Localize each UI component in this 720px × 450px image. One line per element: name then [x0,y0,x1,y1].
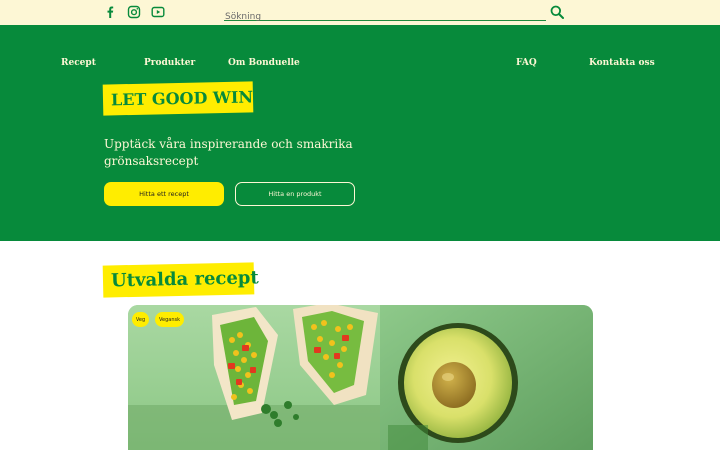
hero-section: Recept Produkter Om Bonduelle FAQ Kontak… [0,25,720,241]
top-bar [0,0,720,25]
find-product-button[interactable]: Hitta en produkt [235,182,355,206]
featured-heading: Utvalda recept [110,267,259,292]
search-field [224,4,546,25]
hero-tagline: LET GOOD WIN [110,87,254,110]
nav-item-recept[interactable]: Recept [61,58,96,68]
instagram-icon[interactable] [127,5,141,19]
hero-subtitle-line-1: Upptäck våra inspirerande och smakrika [104,137,353,151]
hero-subtitle-line-2: grönsaksrecept [104,154,199,168]
recipe-card[interactable]: Veg Vegansk [128,305,593,450]
recipe-card-image [128,305,593,450]
hero-subtitle: Upptäck våra inspirerande och smakrika g… [104,136,374,170]
featured-heading-badge: Utvalda recept [102,262,259,298]
nav-item-faq[interactable]: FAQ [516,58,537,68]
search-icon[interactable] [550,5,564,19]
nav-item-om-bonduelle[interactable]: Om Bonduelle [228,58,300,68]
search-input[interactable] [224,9,546,25]
nav-item-kontakta-oss[interactable]: Kontakta oss [589,58,655,68]
youtube-icon[interactable] [151,5,165,19]
facebook-icon[interactable] [103,5,117,19]
badge-veg: Veg [132,312,149,327]
find-recipe-button[interactable]: Hitta ett recept [104,182,224,206]
badge-vegan: Vegansk [155,312,184,327]
nav-item-produkter[interactable]: Produkter [144,58,195,68]
hero-tagline-badge: LET GOOD WIN [102,81,254,116]
